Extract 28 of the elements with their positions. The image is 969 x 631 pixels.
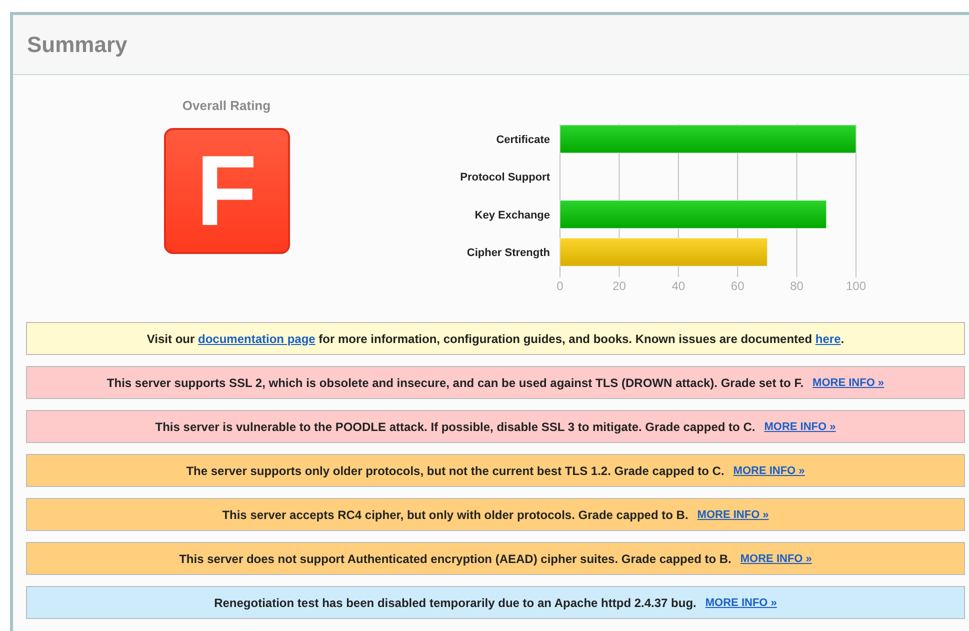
tick-label: 20 — [612, 279, 626, 293]
tick-label: 100 — [846, 279, 866, 293]
message-text: Visit our documentation page for more information, configuration guides, and books. Known issues are documented here. — [146, 332, 844, 346]
more-info-link[interactable]: MORE INFO » — [705, 596, 777, 608]
more-info-link[interactable]: MORE INFO » — [764, 420, 836, 432]
tick-label: 0 — [556, 279, 564, 293]
tick-label: 60 — [730, 279, 744, 293]
category-label: Certificate — [496, 134, 550, 146]
tick-label: 80 — [790, 279, 804, 293]
message-text: This server accepts RC4 cipher, but only with older protocols. Grade capped to B. — [222, 508, 688, 522]
message-text: Renegotiation test has been disabled temporarily due to an Apache httpd 2.4.37 bug. — [214, 596, 696, 610]
grade-badge: F — [164, 128, 290, 254]
message-text: The server supports only older protocols, but not the current best TLS 1.2. Grade capped to C. — [186, 464, 724, 478]
tick-label: 40 — [672, 279, 686, 293]
category-label: Protocol Support — [460, 172, 550, 184]
message-text: This server supports SSL 2, which is obsolete and insecure, and can be used against TLS (DROWN attack). Grade set to F. — [106, 376, 804, 390]
rating-label: Overall Rating — [182, 98, 271, 113]
more-info-link[interactable]: MORE INFO » — [697, 508, 769, 520]
message-text: This server does not support Authenticated encryption (AEAD) cipher suites. Grade capped to B. — [179, 552, 732, 566]
panel-title: Summary — [27, 32, 128, 58]
text-link[interactable]: here — [815, 332, 841, 346]
category-label: Cipher Strength — [466, 247, 550, 260]
more-info-link[interactable]: MORE INFO » — [740, 552, 812, 564]
category-label: Key Exchange — [474, 209, 550, 222]
more-info-link[interactable]: MORE INFO » — [812, 376, 884, 388]
message-text: This server is vulnerable to the POODLE attack. If possible, disable SSL 3 to mitigate. Grade capped to C. — [155, 420, 756, 434]
text-link[interactable]: documentation page — [198, 332, 316, 346]
more-info-link[interactable]: MORE INFO » — [733, 464, 805, 476]
